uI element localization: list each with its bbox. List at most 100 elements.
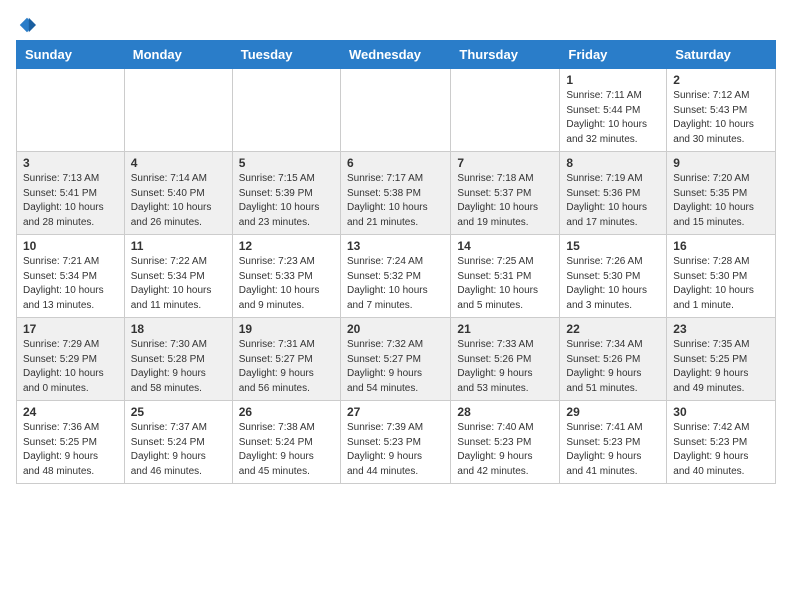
day-number: 18	[131, 322, 226, 336]
calendar-cell: 27 Sunrise: 7:39 AM Sunset: 5:23 PM Dayli…	[340, 401, 450, 484]
day-number: 11	[131, 239, 226, 253]
day-number: 23	[673, 322, 769, 336]
week-row-5: 24 Sunrise: 7:36 AM Sunset: 5:25 PM Dayli…	[17, 401, 776, 484]
day-number: 14	[457, 239, 553, 253]
calendar-table: SundayMondayTuesdayWednesdayThursdayFrid…	[16, 40, 776, 484]
day-info: Sunrise: 7:17 AM Sunset: 5:38 PM Dayligh…	[347, 172, 444, 230]
calendar-cell: 8 Sunrise: 7:19 AM Sunset: 5:36 PM Daylig…	[560, 152, 667, 235]
day-info: Sunrise: 7:11 AM Sunset: 5:44 PM Dayligh…	[566, 89, 660, 147]
calendar-cell: 30 Sunrise: 7:42 AM Sunset: 5:23 PM Dayli…	[667, 401, 776, 484]
calendar-cell	[451, 69, 560, 152]
calendar-cell: 25 Sunrise: 7:37 AM Sunset: 5:24 PM Dayli…	[124, 401, 232, 484]
day-number: 12	[239, 239, 334, 253]
day-number: 1	[566, 73, 660, 87]
calendar-cell: 3Sunrise: 7:13 AM Sunset: 5:41 PM Daylig…	[17, 152, 125, 235]
day-number: 20	[347, 322, 444, 336]
day-number: 2	[673, 73, 769, 87]
day-number: 6	[347, 156, 444, 170]
calendar-cell: 5 Sunrise: 7:15 AM Sunset: 5:39 PM Daylig…	[232, 152, 340, 235]
day-number: 15	[566, 239, 660, 253]
calendar-cell: 16Sunrise: 7:28 AM Sunset: 5:30 PM Dayli…	[667, 235, 776, 318]
day-info: Sunrise: 7:22 AM Sunset: 5:34 PM Dayligh…	[131, 255, 226, 313]
day-info: Sunrise: 7:26 AM Sunset: 5:30 PM Dayligh…	[566, 255, 660, 313]
day-info: Sunrise: 7:41 AM Sunset: 5:23 PM Dayligh…	[566, 421, 660, 479]
calendar-cell: 18 Sunrise: 7:30 AM Sunset: 5:28 PM Dayli…	[124, 318, 232, 401]
day-info: Sunrise: 7:19 AM Sunset: 5:36 PM Dayligh…	[566, 172, 660, 230]
day-number: 30	[673, 405, 769, 419]
calendar-header-row: SundayMondayTuesdayWednesdayThursdayFrid…	[17, 41, 776, 69]
week-row-2: 3Sunrise: 7:13 AM Sunset: 5:41 PM Daylig…	[17, 152, 776, 235]
logo-icon	[18, 16, 36, 34]
calendar-cell: 17Sunrise: 7:29 AM Sunset: 5:29 PM Dayli…	[17, 318, 125, 401]
day-info: Sunrise: 7:35 AM Sunset: 5:25 PM Dayligh…	[673, 338, 769, 396]
day-info: Sunrise: 7:33 AM Sunset: 5:26 PM Dayligh…	[457, 338, 553, 396]
header-day-sunday: Sunday	[17, 41, 125, 69]
day-number: 22	[566, 322, 660, 336]
day-info: Sunrise: 7:20 AM Sunset: 5:35 PM Dayligh…	[673, 172, 769, 230]
header-day-saturday: Saturday	[667, 41, 776, 69]
day-number: 25	[131, 405, 226, 419]
day-info: Sunrise: 7:32 AM Sunset: 5:27 PM Dayligh…	[347, 338, 444, 396]
day-number: 13	[347, 239, 444, 253]
day-number: 28	[457, 405, 553, 419]
day-number: 9	[673, 156, 769, 170]
day-number: 10	[23, 239, 118, 253]
calendar-cell	[232, 69, 340, 152]
calendar-cell: 22 Sunrise: 7:34 AM Sunset: 5:26 PM Dayli…	[560, 318, 667, 401]
header-day-friday: Friday	[560, 41, 667, 69]
calendar-cell	[17, 69, 125, 152]
day-info: Sunrise: 7:36 AM Sunset: 5:25 PM Dayligh…	[23, 421, 118, 479]
day-number: 21	[457, 322, 553, 336]
day-number: 29	[566, 405, 660, 419]
calendar-cell: 24 Sunrise: 7:36 AM Sunset: 5:25 PM Dayli…	[17, 401, 125, 484]
day-info: Sunrise: 7:13 AM Sunset: 5:41 PM Dayligh…	[23, 172, 118, 230]
day-info: Sunrise: 7:25 AM Sunset: 5:31 PM Dayligh…	[457, 255, 553, 313]
calendar-cell: 9 Sunrise: 7:20 AM Sunset: 5:35 PM Daylig…	[667, 152, 776, 235]
day-number: 24	[23, 405, 118, 419]
calendar-cell: 21 Sunrise: 7:33 AM Sunset: 5:26 PM Dayli…	[451, 318, 560, 401]
day-number: 7	[457, 156, 553, 170]
day-info: Sunrise: 7:37 AM Sunset: 5:24 PM Dayligh…	[131, 421, 226, 479]
calendar-cell: 15 Sunrise: 7:26 AM Sunset: 5:30 PM Dayli…	[560, 235, 667, 318]
logo	[16, 16, 36, 32]
calendar-cell: 14 Sunrise: 7:25 AM Sunset: 5:31 PM Dayli…	[451, 235, 560, 318]
calendar-cell: 1 Sunrise: 7:11 AM Sunset: 5:44 PM Daylig…	[560, 69, 667, 152]
calendar-cell: 2 Sunrise: 7:12 AM Sunset: 5:43 PM Daylig…	[667, 69, 776, 152]
calendar-cell: 20 Sunrise: 7:32 AM Sunset: 5:27 PM Dayli…	[340, 318, 450, 401]
calendar-cell	[124, 69, 232, 152]
day-number: 27	[347, 405, 444, 419]
calendar-cell: 11 Sunrise: 7:22 AM Sunset: 5:34 PM Dayli…	[124, 235, 232, 318]
day-info: Sunrise: 7:39 AM Sunset: 5:23 PM Dayligh…	[347, 421, 444, 479]
day-info: Sunrise: 7:42 AM Sunset: 5:23 PM Dayligh…	[673, 421, 769, 479]
header-day-monday: Monday	[124, 41, 232, 69]
day-info: Sunrise: 7:14 AM Sunset: 5:40 PM Dayligh…	[131, 172, 226, 230]
day-number: 19	[239, 322, 334, 336]
header	[16, 16, 776, 32]
day-number: 17	[23, 322, 118, 336]
day-info: Sunrise: 7:21 AM Sunset: 5:34 PM Dayligh…	[23, 255, 118, 313]
day-info: Sunrise: 7:40 AM Sunset: 5:23 PM Dayligh…	[457, 421, 553, 479]
calendar-cell: 28 Sunrise: 7:40 AM Sunset: 5:23 PM Dayli…	[451, 401, 560, 484]
calendar-cell: 4 Sunrise: 7:14 AM Sunset: 5:40 PM Daylig…	[124, 152, 232, 235]
calendar-cell: 12Sunrise: 7:23 AM Sunset: 5:33 PM Dayli…	[232, 235, 340, 318]
calendar-cell: 19 Sunrise: 7:31 AM Sunset: 5:27 PM Dayli…	[232, 318, 340, 401]
calendar-cell: 13Sunrise: 7:24 AM Sunset: 5:32 PM Dayli…	[340, 235, 450, 318]
day-number: 4	[131, 156, 226, 170]
calendar-cell: 26 Sunrise: 7:38 AM Sunset: 5:24 PM Dayli…	[232, 401, 340, 484]
header-day-wednesday: Wednesday	[340, 41, 450, 69]
day-number: 8	[566, 156, 660, 170]
day-number: 26	[239, 405, 334, 419]
day-info: Sunrise: 7:38 AM Sunset: 5:24 PM Dayligh…	[239, 421, 334, 479]
day-info: Sunrise: 7:15 AM Sunset: 5:39 PM Dayligh…	[239, 172, 334, 230]
calendar-cell: 23 Sunrise: 7:35 AM Sunset: 5:25 PM Dayli…	[667, 318, 776, 401]
day-info: Sunrise: 7:30 AM Sunset: 5:28 PM Dayligh…	[131, 338, 226, 396]
calendar-cell: 29 Sunrise: 7:41 AM Sunset: 5:23 PM Dayli…	[560, 401, 667, 484]
day-info: Sunrise: 7:31 AM Sunset: 5:27 PM Dayligh…	[239, 338, 334, 396]
page: SundayMondayTuesdayWednesdayThursdayFrid…	[0, 0, 792, 612]
calendar-cell	[340, 69, 450, 152]
day-info: Sunrise: 7:34 AM Sunset: 5:26 PM Dayligh…	[566, 338, 660, 396]
day-number: 5	[239, 156, 334, 170]
header-day-tuesday: Tuesday	[232, 41, 340, 69]
week-row-1: 1 Sunrise: 7:11 AM Sunset: 5:44 PM Daylig…	[17, 69, 776, 152]
day-info: Sunrise: 7:12 AM Sunset: 5:43 PM Dayligh…	[673, 89, 769, 147]
